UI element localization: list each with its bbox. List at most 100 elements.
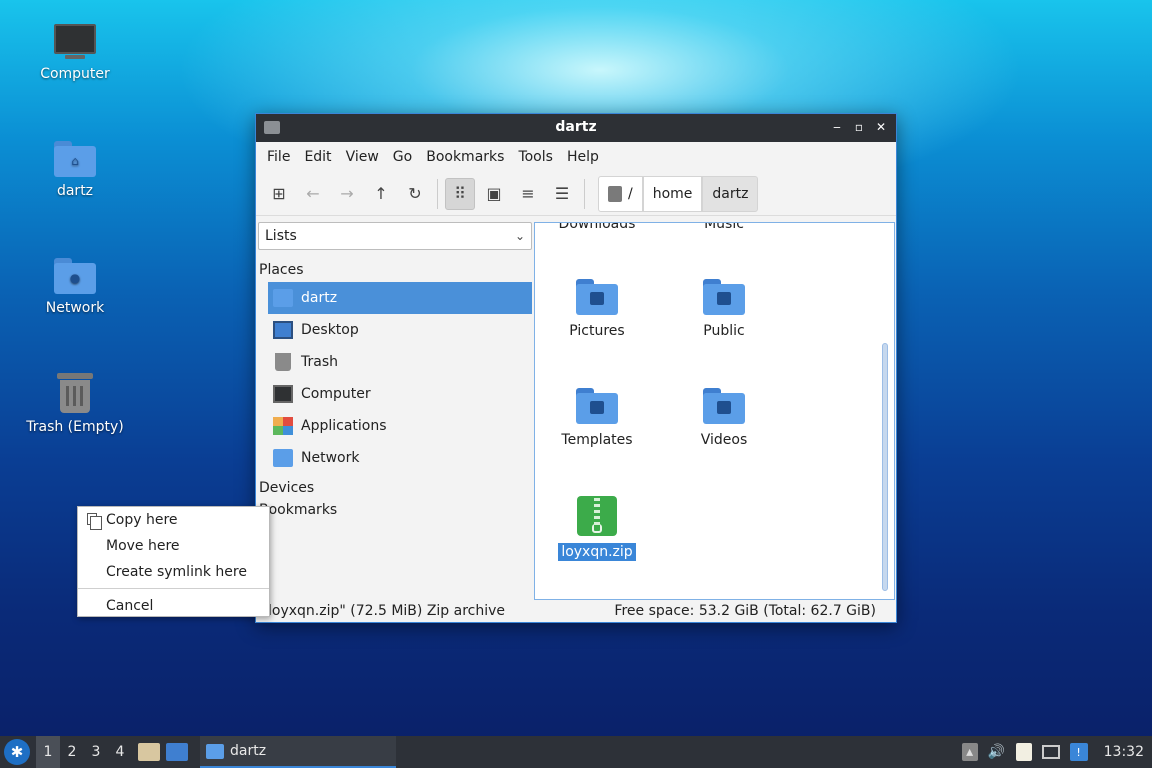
desktop-icon-trash[interactable]: Trash (Empty) xyxy=(10,373,140,435)
menu-go[interactable]: Go xyxy=(386,149,419,165)
file-item-videos[interactable]: Videos xyxy=(664,388,784,448)
path-root-button[interactable]: / xyxy=(598,175,643,212)
place-item-trash[interactable]: Trash xyxy=(268,346,532,378)
desktop-icon-network[interactable]: ● Network xyxy=(10,258,140,316)
volume-icon[interactable]: 🔊 xyxy=(988,743,1006,761)
menu-item-create-symlink-here[interactable]: Create symlink here xyxy=(78,559,269,585)
zip-archive-icon xyxy=(577,496,617,536)
file-label: Music xyxy=(704,222,744,232)
taskbar-window-dartz[interactable]: dartz xyxy=(200,736,396,768)
file-label: Public xyxy=(703,323,745,339)
filesystem-root-icon xyxy=(608,185,622,202)
side-panel-mode-select[interactable]: Lists ⌄ xyxy=(258,222,532,250)
file-label: loyxqn.zip xyxy=(558,543,636,561)
icon-view-icon[interactable]: ⠿ xyxy=(445,177,475,210)
trash-icon xyxy=(275,353,291,371)
menu-item-label: Create symlink here xyxy=(106,564,247,580)
back-arrow-icon[interactable]: ← xyxy=(298,178,328,210)
status-bar: loyxqn.zip" (72.5 MiB) Zip archive Free … xyxy=(256,600,896,622)
public-folder-icon xyxy=(703,279,745,315)
vertical-scrollbar[interactable] xyxy=(882,343,888,591)
desktop-icon-label: dartz xyxy=(56,183,94,199)
workspace-4-button[interactable]: 4 xyxy=(108,736,132,768)
status-free-space: Free space: 53.2 GiB (Total: 62.7 GiB) xyxy=(614,603,876,619)
path-segment-dartz[interactable]: dartz xyxy=(702,175,759,212)
menu-help[interactable]: Help xyxy=(560,149,606,165)
file-label: Videos xyxy=(700,432,748,448)
system-tray: ▴ 🔊 ! 13:32 xyxy=(961,743,1152,761)
place-item-dartz[interactable]: dartz xyxy=(268,282,532,314)
bookmarks-header[interactable]: Bookmarks xyxy=(256,496,534,518)
forward-arrow-icon[interactable]: → xyxy=(332,178,362,210)
place-label: Desktop xyxy=(301,322,359,338)
desktop-icon-label: Trash (Empty) xyxy=(26,419,124,435)
network-folder-icon xyxy=(273,449,293,467)
file-manager-window: dartz ‒ ▫ ✕ File Edit View Go Bookmarks … xyxy=(255,113,897,623)
toolbar: ⊞ ← → ↑ ↻ ⠿ ▣ ≡ ☰ / home dartz xyxy=(256,172,896,216)
home-folder-icon xyxy=(273,289,293,307)
place-item-desktop[interactable]: Desktop xyxy=(268,314,532,346)
file-manager-launcher-icon[interactable] xyxy=(138,743,160,761)
workspace-1-button[interactable]: 1 xyxy=(36,736,60,768)
title-bar[interactable]: dartz ‒ ▫ ✕ xyxy=(256,114,896,142)
place-item-computer[interactable]: Computer xyxy=(268,378,532,410)
menu-bar: File Edit View Go Bookmarks Tools Help xyxy=(256,142,896,172)
menu-item-label: Cancel xyxy=(106,598,154,614)
status-selection-info: loyxqn.zip" (72.5 MiB) Zip archive xyxy=(268,603,506,619)
menu-tools[interactable]: Tools xyxy=(511,149,560,165)
desktop-icon-home[interactable]: ⌂ dartz xyxy=(10,141,140,199)
clock[interactable]: 13:32 xyxy=(1104,744,1144,760)
file-item-downloads[interactable]: Downloads xyxy=(537,223,657,232)
file-item-pictures[interactable]: Pictures xyxy=(537,279,657,339)
file-label: Pictures xyxy=(569,323,625,339)
place-item-network[interactable]: Network xyxy=(268,442,532,474)
folder-icon xyxy=(206,743,224,759)
up-arrow-icon[interactable]: ↑ xyxy=(366,178,396,210)
file-item-loyxqn-zip[interactable]: loyxqn.zip xyxy=(537,496,657,561)
menu-item-move-here[interactable]: Move here xyxy=(78,533,269,559)
menu-file[interactable]: File xyxy=(260,149,297,165)
file-item-templates[interactable]: Templates xyxy=(537,388,657,448)
file-label: Templates xyxy=(561,432,633,448)
detail-list-view-icon[interactable]: ☰ xyxy=(547,178,577,210)
devices-header[interactable]: Devices xyxy=(256,474,534,496)
show-desktop-icon[interactable] xyxy=(166,743,188,761)
computer-icon xyxy=(54,24,96,60)
new-tab-icon[interactable]: ⊞ xyxy=(264,178,294,210)
minimize-button[interactable]: ‒ xyxy=(828,118,846,136)
file-view[interactable]: Downloads Music Pictures Public Template… xyxy=(534,222,895,600)
templates-folder-icon xyxy=(576,388,618,424)
task-label: dartz xyxy=(230,743,267,759)
places-list: dartz Desktop Trash Computer Application… xyxy=(256,282,534,474)
thumbnail-view-icon[interactable]: ▣ xyxy=(479,178,509,210)
menu-edit[interactable]: Edit xyxy=(297,149,338,165)
home-folder-icon: ⌂ xyxy=(54,141,96,177)
menu-item-copy-here[interactable]: Copy here xyxy=(78,507,269,533)
drop-context-menu: Copy here Move here Create symlink here … xyxy=(77,506,270,617)
update-notifier-icon[interactable]: ! xyxy=(1069,743,1088,761)
maximize-button[interactable]: ▫ xyxy=(850,118,868,136)
menu-separator xyxy=(78,588,269,589)
eject-icon[interactable]: ▴ xyxy=(961,743,978,761)
toolbar-separator xyxy=(584,178,585,209)
taskbar: ✱ 1 2 3 4 dartz ▴ 🔊 ! 13:32 xyxy=(0,736,1152,768)
path-segment-home[interactable]: home xyxy=(642,175,703,212)
network-monitor-icon[interactable] xyxy=(1041,745,1060,759)
copy-icon xyxy=(87,513,102,530)
file-item-music[interactable]: Music xyxy=(664,222,784,232)
file-item-public[interactable]: Public xyxy=(664,279,784,339)
workspace-3-button[interactable]: 3 xyxy=(84,736,108,768)
menu-item-label: Move here xyxy=(106,538,180,554)
reload-icon[interactable]: ↻ xyxy=(400,178,430,210)
compact-view-icon[interactable]: ≡ xyxy=(513,178,543,210)
menu-view[interactable]: View xyxy=(339,149,386,165)
place-item-applications[interactable]: Applications xyxy=(268,410,532,442)
desktop-icon-computer[interactable]: Computer xyxy=(10,24,140,82)
workspace-2-button[interactable]: 2 xyxy=(60,736,84,768)
close-button[interactable]: ✕ xyxy=(872,118,890,136)
clipboard-icon[interactable] xyxy=(1015,743,1032,761)
menu-bookmarks[interactable]: Bookmarks xyxy=(419,149,511,165)
start-menu-button[interactable]: ✱ xyxy=(4,739,30,765)
menu-item-cancel[interactable]: Cancel xyxy=(78,593,269,619)
places-header: Places xyxy=(259,262,304,278)
